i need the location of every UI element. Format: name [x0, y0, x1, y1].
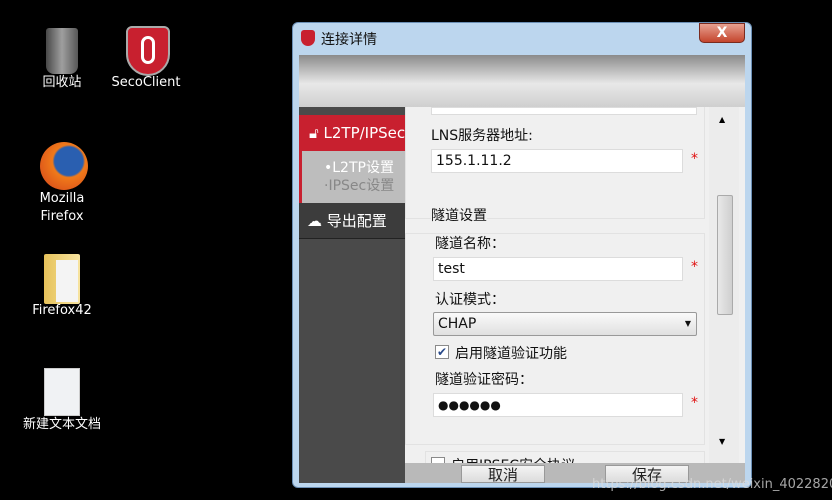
app-shield-icon	[301, 30, 315, 46]
tunnel-name-label: 隧道名称：	[435, 236, 505, 252]
firefox-icon	[40, 142, 88, 190]
desktop-icon-text-document[interactable]: 新建文本文档	[22, 368, 102, 434]
desktop-icon-label: 新建文本文档	[22, 417, 101, 432]
secoclient-shield-icon	[124, 26, 170, 76]
desktop-icon-folder[interactable]: Firefox42	[22, 254, 102, 320]
dialog-title: 连接详情	[321, 32, 377, 48]
tunnel-password-label: 隧道验证密码：	[435, 372, 533, 388]
nav-subgroup: •L2TP设置 ·IPSec设置	[299, 151, 405, 203]
auth-mode-label: 认证模式：	[435, 292, 505, 308]
nav-sub-l2tp[interactable]: •L2TP设置	[324, 157, 394, 177]
desktop-icon-label: Firefox42	[32, 303, 92, 318]
tunnel-password-input[interactable]: ●●●●●●	[433, 393, 683, 417]
chevron-down-icon: ▼	[684, 319, 691, 328]
nav-item-export[interactable]: ☁ 导出配置	[299, 203, 405, 239]
tunnel-auth-checkbox[interactable]: ✔	[435, 345, 449, 359]
desktop-icon-label: Mozilla Firefox	[39, 191, 85, 224]
close-button[interactable]: X	[699, 23, 745, 43]
required-mark: *	[691, 395, 698, 411]
cloud-download-icon: ☁	[307, 212, 322, 230]
lock-icon: 🔓︎	[309, 124, 319, 142]
desktop-icon-label: 回收站	[42, 75, 82, 90]
scrollbar-thumb[interactable]	[717, 195, 733, 315]
required-mark: *	[691, 259, 698, 275]
required-mark: *	[691, 151, 698, 167]
recycle-bin-icon	[40, 26, 84, 74]
watermark: https://blog.csdn.net/weixin_40228200	[592, 477, 832, 492]
previous-field[interactable]	[431, 107, 697, 115]
desktop-icon-firefox[interactable]: Mozilla Firefox	[22, 142, 102, 226]
lns-server-input[interactable]: 155.1.11.2	[431, 149, 683, 173]
title-bar[interactable]: 连接详情 X	[293, 23, 751, 53]
text-document-icon	[40, 368, 84, 416]
tunnel-auth-label: 启用隧道验证功能	[455, 346, 567, 362]
banner-image	[299, 55, 745, 107]
cancel-button[interactable]: 取消	[461, 465, 545, 484]
desktop-icon-secoclient[interactable]: SecoClient	[106, 26, 186, 92]
form-panel: LNS服务器地址: 155.1.11.2 * 隧道设置 隧道名称： test *…	[405, 107, 745, 463]
nav-sub-ipsec[interactable]: ·IPSec设置	[324, 175, 394, 195]
connection-details-dialog: 连接详情 X 🔓︎ L2TP/IPSec •L2TP设置 ·IPSec设置 ☁ …	[292, 22, 752, 488]
nav-item-l2tp-ipsec[interactable]: 🔓︎ L2TP/IPSec	[299, 115, 405, 151]
auth-mode-select[interactable]: CHAP ▼	[433, 312, 697, 336]
desktop-icon-label: SecoClient	[111, 75, 181, 90]
ipsec-label: 启用IPSEC安全协议	[451, 455, 575, 463]
tunnel-name-input[interactable]: test	[433, 257, 683, 281]
scroll-down-icon[interactable]: ▼	[719, 437, 725, 446]
tunnel-group-title: 隧道设置	[431, 205, 487, 225]
lns-label: LNS服务器地址:	[431, 128, 533, 144]
scrollbar[interactable]: ▲ ▼	[709, 107, 739, 463]
scroll-up-icon[interactable]: ▲	[719, 115, 725, 124]
folder-icon	[40, 254, 84, 304]
sidebar-nav: 🔓︎ L2TP/IPSec •L2TP设置 ·IPSec设置 ☁ 导出配置	[299, 107, 405, 483]
desktop-icon-recycle-bin[interactable]: 回收站	[22, 26, 102, 92]
